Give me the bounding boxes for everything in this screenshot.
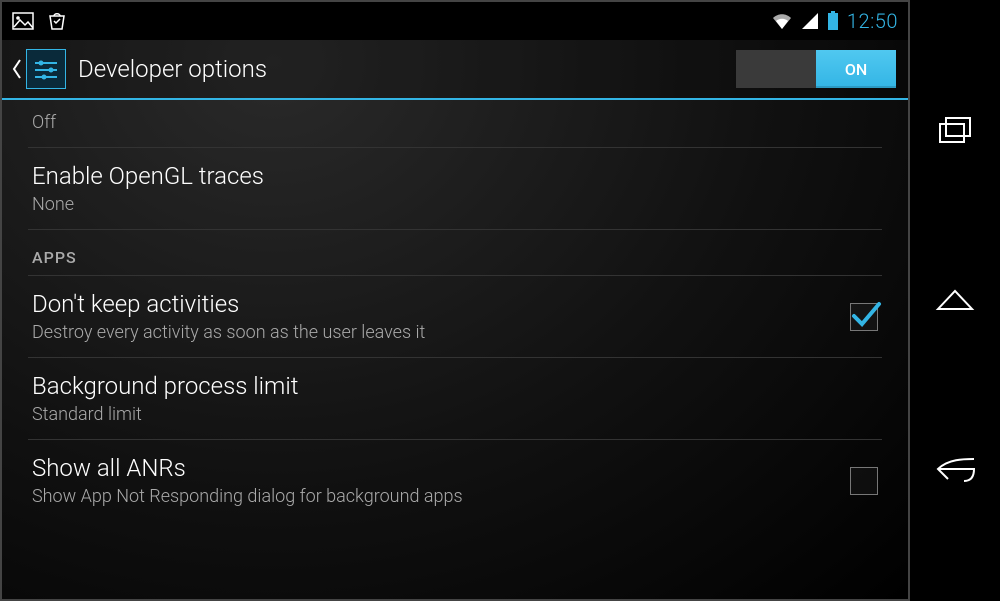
setting-title: Don't keep activities: [32, 290, 830, 318]
setting-subtitle: Destroy every activity as soon as the us…: [32, 322, 830, 343]
back-nav-button[interactable]: [910, 440, 1000, 500]
recents-button[interactable]: [910, 100, 1000, 160]
setting-row-show-all-anrs[interactable]: Show all ANRs Show App Not Responding di…: [28, 440, 882, 521]
screen: 12:50 Developer options ON Off: [0, 0, 910, 601]
action-bar: Developer options ON: [2, 40, 908, 100]
setting-title: Background process limit: [32, 372, 878, 400]
setting-value: Standard limit: [32, 404, 878, 425]
page-title: Developer options: [78, 55, 736, 83]
setting-row-opengl-traces[interactable]: Enable OpenGL traces None: [28, 148, 882, 230]
signal-icon: [801, 12, 819, 30]
section-header-apps: APPS: [28, 230, 882, 276]
status-bar: 12:50: [2, 2, 908, 40]
master-toggle-thumb: ON: [816, 50, 896, 88]
back-button[interactable]: [8, 49, 26, 89]
settings-list[interactable]: Off Enable OpenGL traces None APPS Don't…: [2, 102, 908, 599]
developer-options-icon[interactable]: [26, 49, 66, 89]
setting-row-previous[interactable]: Off: [28, 102, 882, 148]
battery-icon: [827, 11, 839, 31]
setting-title: Enable OpenGL traces: [32, 162, 878, 190]
play-store-icon: [46, 10, 68, 32]
setting-row-background-process-limit[interactable]: Background process limit Standard limit: [28, 358, 882, 440]
status-clock: 12:50: [847, 9, 898, 33]
setting-subtitle: Show App Not Responding dialog for backg…: [32, 486, 830, 507]
gallery-icon: [12, 12, 34, 30]
setting-row-dont-keep-activities[interactable]: Don't keep activities Destroy every acti…: [28, 276, 882, 358]
setting-title: Show all ANRs: [32, 454, 830, 482]
checkbox-show-all-anrs[interactable]: [850, 467, 878, 495]
wifi-icon: [771, 12, 793, 30]
setting-value: None: [32, 194, 878, 215]
home-button[interactable]: [910, 270, 1000, 330]
checkbox-dont-keep-activities[interactable]: [850, 303, 878, 331]
system-nav-bar: [910, 0, 1000, 601]
setting-value: Off: [32, 112, 878, 133]
master-toggle[interactable]: ON: [736, 50, 896, 88]
